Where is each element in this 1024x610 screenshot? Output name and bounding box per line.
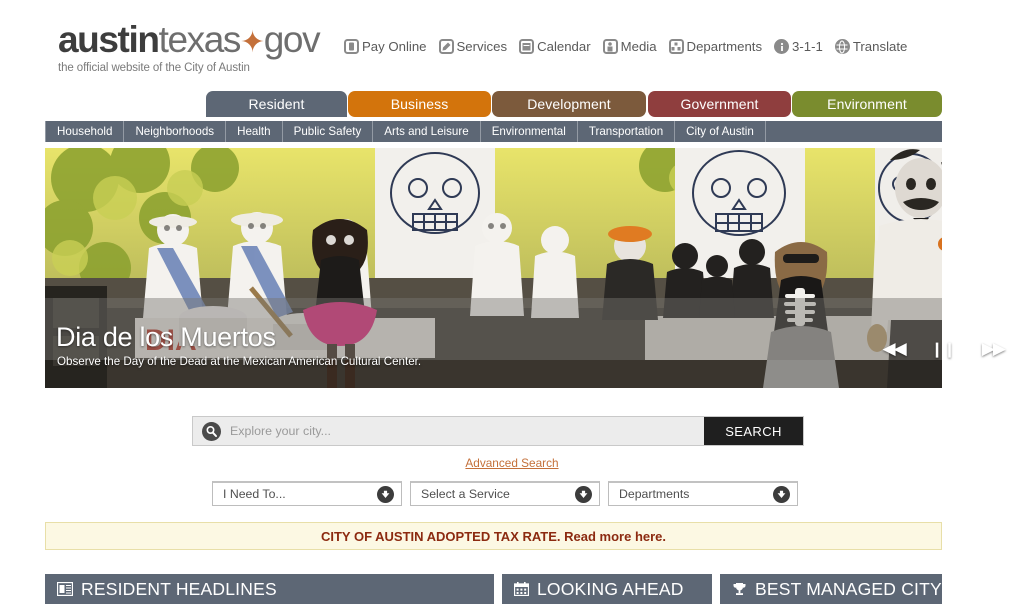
dropdown-i-need-to[interactable]: I Need To... xyxy=(212,481,402,506)
advanced-search-link[interactable]: Advanced Search xyxy=(0,456,1024,470)
logo-gov-text: gov xyxy=(263,19,321,60)
top-link-label: Departments xyxy=(686,39,763,54)
top-link-services[interactable]: Services xyxy=(438,39,508,54)
carousel-next-icon[interactable]: ▶▶ xyxy=(982,339,1006,359)
panel-title: RESIDENT HEADLINES xyxy=(81,578,277,599)
alert-read-more-link[interactable]: Read more here. xyxy=(564,529,666,544)
dropdown-select-a-service[interactable]: Select a Service xyxy=(410,481,600,506)
hero-controls: ◀◀ ❙❙ ▶▶ xyxy=(883,339,1006,359)
newspaper-icon xyxy=(57,582,73,596)
top-link-label: Translate xyxy=(852,39,908,54)
subnav-spacer xyxy=(766,121,942,142)
top-link-departments[interactable]: Departments xyxy=(668,39,763,54)
tab-resident[interactable]: Resident xyxy=(206,91,347,117)
main-nav-tabs: Resident Business Development Government… xyxy=(0,91,1024,117)
page-root: austintexas✦gov the official website of … xyxy=(0,0,1024,610)
hero-subtitle: Observe the Day of the Dead at the Mexic… xyxy=(57,355,422,368)
top-link-label: 3-1-1 xyxy=(792,39,823,54)
logo-star-icon: ✦ xyxy=(240,26,265,59)
top-link-label: Calendar xyxy=(537,39,591,54)
top-link-311[interactable]: 3-1-1 xyxy=(774,39,823,54)
top-link-label: Pay Online xyxy=(362,39,427,54)
subnav-item-environmental[interactable]: Environmental xyxy=(481,121,578,142)
subnav-item-city-of-austin[interactable]: City of Austin xyxy=(675,121,766,142)
subnav-item-neighborhoods[interactable]: Neighborhoods xyxy=(124,121,227,142)
sub-nav: Household Neighborhoods Health Public Sa… xyxy=(45,121,942,142)
search-bar: Explore your city... SEARCH xyxy=(192,416,804,446)
quick-select-row: I Need To... Select a Service Department… xyxy=(212,481,798,506)
dropdown-label: Select a Service xyxy=(421,487,510,501)
tax-rate-alert[interactable]: CITY OF AUSTIN ADOPTED TAX RATE. Read mo… xyxy=(45,522,942,550)
advanced-search-label: Advanced Search xyxy=(465,456,559,470)
calendar-icon xyxy=(514,582,529,596)
subnav-item-arts-and-leisure[interactable]: Arts and Leisure xyxy=(373,121,481,142)
trophy-icon xyxy=(732,582,747,596)
chevron-down-icon xyxy=(377,485,394,503)
top-link-label: Media xyxy=(620,39,657,54)
panel-title: BEST MANAGED CITY xyxy=(755,578,942,599)
subnav-item-health[interactable]: Health xyxy=(226,121,283,142)
globe-icon xyxy=(834,39,850,54)
dropdown-departments[interactable]: Departments xyxy=(608,481,798,506)
subnav-item-transportation[interactable]: Transportation xyxy=(578,121,676,142)
chevron-down-icon xyxy=(773,485,790,503)
departments-icon xyxy=(668,39,684,54)
top-link-translate[interactable]: Translate xyxy=(834,39,908,54)
panel-header-resident-headlines: RESIDENT HEADLINES xyxy=(45,574,494,604)
tab-environment[interactable]: Environment xyxy=(792,91,942,117)
calendar-icon xyxy=(519,39,535,54)
dropdown-label: Departments xyxy=(619,487,690,501)
logo-austin-text: austin xyxy=(58,19,160,60)
site-header: austintexas✦gov the official website of … xyxy=(0,0,1024,74)
panel-title: LOOKING AHEAD xyxy=(537,578,684,599)
tab-business[interactable]: Business xyxy=(348,91,491,117)
media-icon xyxy=(602,39,618,54)
logo-wordmark: austintexas✦gov xyxy=(58,19,321,61)
hero-title: Dia de los Muertos xyxy=(56,322,276,352)
search-placeholder-text: Explore your city... xyxy=(230,424,331,438)
alert-text: CITY OF AUSTIN ADOPTED TAX RATE. Read mo… xyxy=(321,529,666,544)
alert-headline: CITY OF AUSTIN ADOPTED TAX RATE. xyxy=(320,528,561,544)
top-link-label: Services xyxy=(456,39,508,54)
chevron-down-icon xyxy=(575,485,592,503)
content-panel-headers: RESIDENT HEADLINES LOOKING AHEAD BEST MA… xyxy=(45,574,942,604)
pay-online-icon xyxy=(344,39,359,54)
top-link-media[interactable]: Media xyxy=(602,39,657,54)
services-icon xyxy=(438,39,454,54)
logo-tagline: the official website of the City of Aust… xyxy=(58,62,250,74)
top-link-pay-online[interactable]: Pay Online xyxy=(344,39,427,54)
panel-header-best-managed-city: BEST MANAGED CITY xyxy=(720,574,942,604)
search-button[interactable]: SEARCH xyxy=(704,417,803,445)
top-link-calendar[interactable]: Calendar xyxy=(519,39,591,54)
search-input[interactable]: Explore your city... xyxy=(193,417,704,445)
tab-government[interactable]: Government xyxy=(648,91,791,117)
subnav-item-public-safety[interactable]: Public Safety xyxy=(283,121,374,142)
subnav-item-household[interactable]: Household xyxy=(45,121,125,142)
panel-header-looking-ahead: LOOKING AHEAD xyxy=(502,574,712,604)
carousel-previous-icon[interactable]: ◀◀ xyxy=(883,339,907,359)
tab-development[interactable]: Development xyxy=(492,91,646,117)
utility-nav: Pay Online Services Calendar Media Depar… xyxy=(344,39,907,54)
info-icon xyxy=(774,39,790,54)
search-icon xyxy=(202,421,221,441)
carousel-pause-icon[interactable]: ❙❙ xyxy=(931,340,956,358)
dropdown-label: I Need To... xyxy=(223,487,286,501)
logo-texas-text: texas xyxy=(158,19,242,60)
site-logo[interactable]: austintexas✦gov the official website of … xyxy=(58,19,321,74)
